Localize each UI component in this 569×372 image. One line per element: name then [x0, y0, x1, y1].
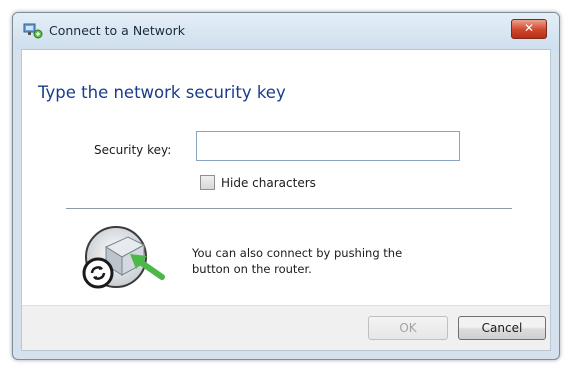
- window-title: Connect to a Network: [49, 23, 186, 38]
- dialog-content: Type the network security key Security k…: [21, 49, 551, 307]
- wps-message-line-1: You can also connect by pushing the: [192, 246, 403, 260]
- close-icon: ✕: [523, 21, 535, 35]
- hide-characters-checkbox[interactable]: [200, 175, 215, 190]
- dialog-footer: OK Cancel: [21, 305, 551, 351]
- title-bar[interactable]: Connect to a Network ✕: [13, 13, 559, 49]
- connect-to-network-dialog: Connect to a Network ✕ Type the network …: [12, 12, 560, 360]
- wps-message: You can also connect by pushing the butt…: [192, 245, 492, 277]
- security-key-input[interactable]: [196, 131, 460, 161]
- network-icon: [23, 23, 43, 39]
- close-button[interactable]: ✕: [511, 19, 547, 39]
- wps-message-line-2: button on the router.: [192, 262, 312, 276]
- hide-characters-row[interactable]: Hide characters: [200, 175, 316, 190]
- router-push-button-icon: [82, 226, 165, 289]
- hide-characters-label[interactable]: Hide characters: [221, 176, 316, 190]
- ok-button[interactable]: OK: [368, 316, 448, 340]
- security-key-label: Security key:: [94, 143, 172, 157]
- page-title: Type the network security key: [38, 83, 286, 102]
- separator-line: [66, 208, 512, 210]
- cancel-button[interactable]: Cancel: [458, 316, 546, 340]
